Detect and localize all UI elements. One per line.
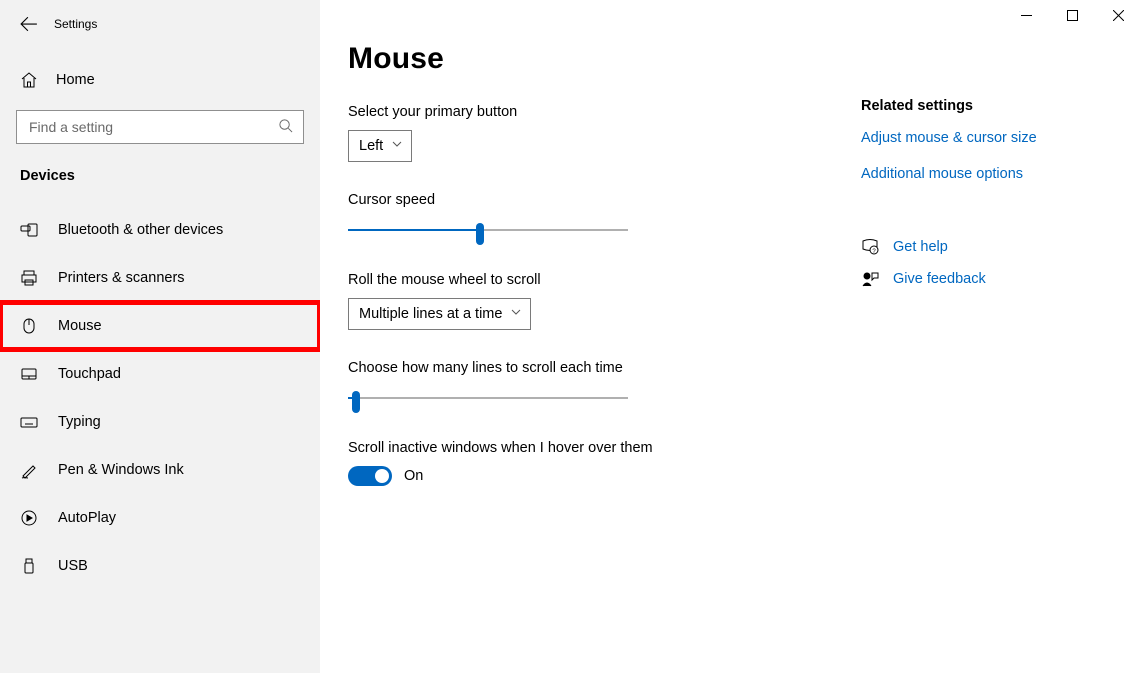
page-content: Mouse Select your primary button Left Cu… — [320, 0, 840, 673]
primary-button-select[interactable]: Left — [348, 130, 412, 162]
lines-setting: Choose how many lines to scroll each tim… — [348, 360, 840, 410]
sidebar-section-label: Devices — [0, 144, 320, 190]
printer-icon — [20, 269, 38, 287]
sidebar-item-label: AutoPlay — [58, 510, 116, 526]
slider-thumb[interactable] — [476, 223, 484, 245]
sidebar-item-touchpad[interactable]: Touchpad — [0, 350, 320, 398]
lines-label: Choose how many lines to scroll each tim… — [348, 360, 840, 376]
app-title: Settings — [54, 17, 97, 31]
mouse-icon — [20, 317, 38, 335]
inactive-setting: Scroll inactive windows when I hover ove… — [348, 440, 840, 486]
help-link-label: Get help — [893, 239, 948, 255]
feedback-link[interactable]: Give feedback — [861, 270, 1101, 288]
cursor-speed-slider[interactable] — [348, 218, 628, 242]
wheel-setting: Roll the mouse wheel to scroll Multiple … — [348, 272, 840, 330]
app-root: Settings Home Devices — [0, 0, 1141, 673]
lines-slider[interactable] — [348, 386, 628, 410]
sidebar-nav: Bluetooth & other devices Printers & sca… — [0, 206, 320, 590]
help-icon: ? — [861, 238, 879, 256]
close-button[interactable] — [1095, 0, 1141, 30]
sidebar-item-pen[interactable]: Pen & Windows Ink — [0, 446, 320, 494]
touchpad-icon — [20, 365, 38, 383]
sidebar-item-typing[interactable]: Typing — [0, 398, 320, 446]
link-adjust-mouse-cursor[interactable]: Adjust mouse & cursor size — [861, 130, 1101, 146]
chevron-down-icon — [510, 306, 522, 322]
sidebar-item-usb[interactable]: USB — [0, 542, 320, 590]
keyboard-icon — [20, 413, 38, 431]
sidebar-item-label: Mouse — [58, 318, 102, 334]
inactive-label: Scroll inactive windows when I hover ove… — [348, 440, 840, 456]
primary-button-value: Left — [359, 138, 383, 154]
related-rail: Related settings Adjust mouse & cursor s… — [861, 0, 1141, 673]
window-controls — [1003, 0, 1141, 30]
page-title: Mouse — [348, 42, 840, 76]
inactive-toggle-label: On — [404, 468, 423, 484]
sidebar-item-label: Typing — [58, 414, 101, 430]
bluetooth-devices-icon — [20, 221, 38, 239]
wheel-value: Multiple lines at a time — [359, 306, 502, 322]
wheel-select[interactable]: Multiple lines at a time — [348, 298, 531, 330]
link-additional-mouse-options[interactable]: Additional mouse options — [861, 166, 1101, 182]
sidebar-item-label: USB — [58, 558, 88, 574]
primary-button-label: Select your primary button — [348, 104, 840, 120]
feedback-link-label: Give feedback — [893, 271, 986, 287]
sidebar-item-autoplay[interactable]: AutoPlay — [0, 494, 320, 542]
search-icon — [278, 118, 293, 136]
back-icon[interactable] — [20, 15, 38, 33]
maximize-button[interactable] — [1049, 0, 1095, 30]
search-box[interactable] — [16, 110, 304, 144]
sidebar-item-label: Touchpad — [58, 366, 121, 382]
usb-icon — [20, 557, 38, 575]
main-area: Mouse Select your primary button Left Cu… — [320, 0, 1141, 673]
feedback-icon — [861, 270, 879, 288]
sidebar-item-bluetooth[interactable]: Bluetooth & other devices — [0, 206, 320, 254]
minimize-button[interactable] — [1003, 0, 1049, 30]
chevron-down-icon — [391, 138, 403, 154]
sidebar-item-label: Printers & scanners — [58, 270, 185, 286]
pen-icon — [20, 461, 38, 479]
sidebar-item-label: Pen & Windows Ink — [58, 462, 184, 478]
titlebar: Settings — [0, 10, 320, 38]
primary-button-setting: Select your primary button Left — [348, 104, 840, 162]
cursor-speed-label: Cursor speed — [348, 192, 840, 208]
sidebar-item-printers[interactable]: Printers & scanners — [0, 254, 320, 302]
wheel-label: Roll the mouse wheel to scroll — [348, 272, 840, 288]
nav-home[interactable]: Home — [0, 60, 320, 100]
search-input[interactable] — [27, 118, 278, 136]
inactive-toggle[interactable] — [348, 466, 392, 486]
rail-heading: Related settings — [861, 98, 1101, 114]
sidebar-item-label: Bluetooth & other devices — [58, 222, 223, 238]
help-link[interactable]: ? Get help — [861, 238, 1101, 256]
slider-thumb[interactable] — [352, 391, 360, 413]
nav-home-label: Home — [56, 72, 95, 88]
cursor-speed-setting: Cursor speed — [348, 192, 840, 242]
home-icon — [20, 71, 38, 89]
sidebar-item-mouse[interactable]: Mouse — [0, 302, 320, 350]
sidebar: Settings Home Devices — [0, 0, 320, 673]
autoplay-icon — [20, 509, 38, 527]
